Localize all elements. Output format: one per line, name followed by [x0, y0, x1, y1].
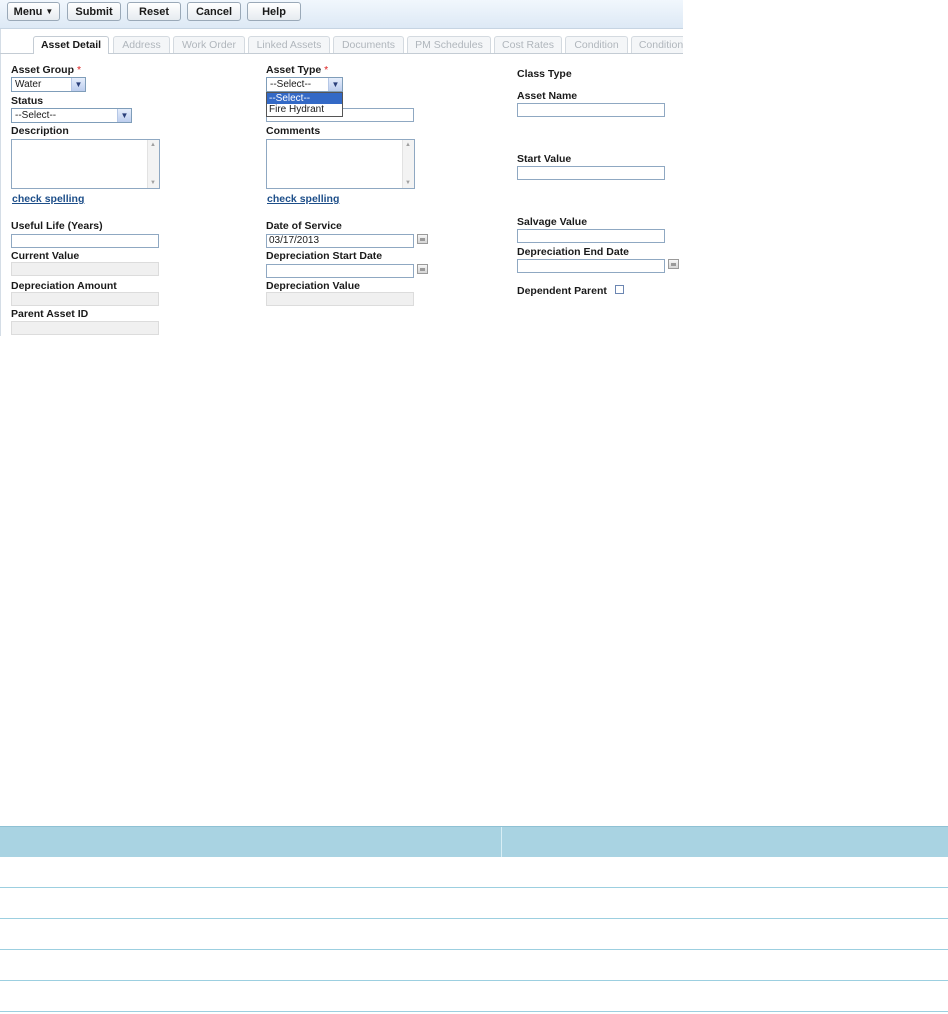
- tab-bar: Asset Detail Address Work Order Linked A…: [0, 36, 683, 54]
- scroll-down-icon: ▼: [405, 180, 411, 186]
- reset-button[interactable]: Reset: [127, 2, 181, 21]
- depreciation-amount-label: Depreciation Amount: [11, 280, 117, 292]
- depreciation-start-date-input[interactable]: [266, 264, 414, 278]
- depreciation-start-date-label: Depreciation Start Date: [266, 250, 383, 262]
- tab-address[interactable]: Address: [113, 36, 170, 53]
- scrollbar[interactable]: ▲ ▼: [402, 140, 414, 188]
- current-value-label: Current Value: [11, 250, 80, 262]
- calendar-icon[interactable]: [417, 234, 428, 244]
- comments-label: Comments: [266, 125, 321, 137]
- current-value-field: [11, 262, 159, 276]
- start-value-input[interactable]: [517, 166, 665, 180]
- description-label: Description: [11, 125, 69, 137]
- salvage-value-input[interactable]: [517, 229, 665, 243]
- depreciation-value-field: [266, 292, 414, 306]
- tab-cost-rates[interactable]: Cost Rates: [494, 36, 562, 53]
- scroll-up-icon: ▲: [150, 142, 156, 148]
- asset-group-value: Water: [15, 79, 42, 90]
- start-value-label: Start Value: [517, 153, 572, 165]
- table-row[interactable]: [0, 857, 948, 888]
- asset-group-select[interactable]: Water ▼: [11, 77, 86, 92]
- dropdown-option-select[interactable]: --Select--: [267, 93, 342, 104]
- asset-group-label-text: Asset Group: [11, 64, 75, 76]
- comments-textarea[interactable]: ▲ ▼: [266, 139, 415, 189]
- asset-type-label: Asset Type *: [266, 64, 328, 76]
- description-textarea[interactable]: ▲ ▼: [11, 139, 160, 189]
- date-of-service-input[interactable]: 03/17/2013: [266, 234, 414, 248]
- useful-life-input[interactable]: [11, 234, 159, 248]
- cancel-button[interactable]: Cancel: [187, 2, 241, 21]
- tab-asset-detail[interactable]: Asset Detail: [33, 36, 109, 54]
- required-mark: *: [324, 64, 329, 76]
- asset-name-label: Asset Name: [517, 90, 578, 102]
- dependent-parent-label: Dependent Parent: [517, 285, 607, 297]
- depreciation-end-date-input[interactable]: [517, 259, 665, 273]
- dependent-parent-checkbox[interactable]: [615, 285, 624, 294]
- scroll-up-icon: ▲: [405, 142, 411, 148]
- depreciation-amount-field: [11, 292, 159, 306]
- chevron-down-icon: ▼: [117, 109, 131, 122]
- table-row[interactable]: [0, 950, 948, 981]
- grid-header: [0, 826, 948, 858]
- dropdown-option-fire-hydrant[interactable]: Fire Hydrant: [267, 104, 342, 115]
- scrollbar[interactable]: ▲ ▼: [147, 140, 159, 188]
- chevron-down-icon: ▼: [71, 78, 85, 91]
- scroll-down-icon: ▼: [150, 180, 156, 186]
- toolbar: Menu ▼ Submit Reset Cancel Help: [0, 0, 683, 29]
- check-spelling-link-2[interactable]: check spelling: [267, 193, 339, 205]
- chevron-down-icon: ▼: [328, 78, 342, 91]
- depreciation-end-date-label: Depreciation End Date: [517, 246, 630, 258]
- asset-detail-panel: Menu ▼ Submit Reset Cancel Help Asset Det…: [0, 0, 683, 336]
- parent-asset-id-field: [11, 321, 159, 335]
- calendar-icon[interactable]: [417, 264, 428, 274]
- tab-pm-schedules[interactable]: PM Schedules: [407, 36, 491, 53]
- required-mark: *: [76, 64, 82, 76]
- status-select[interactable]: --Select-- ▼: [11, 108, 132, 123]
- tab-linked-assets[interactable]: Linked Assets: [248, 36, 330, 53]
- status-value: --Select--: [15, 110, 57, 121]
- date-of-service-label: Date of Service: [266, 220, 342, 232]
- menu-button-label: Menu: [13, 6, 43, 18]
- tab-documents[interactable]: Documents: [333, 36, 404, 53]
- calendar-icon[interactable]: [668, 259, 679, 269]
- grid-header-col-2[interactable]: [502, 827, 948, 858]
- submit-button[interactable]: Submit: [67, 2, 121, 21]
- tab-condition-2[interactable]: Condition: [631, 36, 683, 53]
- asset-type-select[interactable]: --Select-- ▼: [266, 77, 343, 92]
- status-label: Status: [11, 95, 44, 107]
- useful-life-label: Useful Life (Years): [11, 220, 103, 232]
- menu-button[interactable]: Menu ▼: [7, 2, 60, 21]
- help-button[interactable]: Help: [247, 2, 301, 21]
- check-spelling-link[interactable]: check spelling: [12, 193, 84, 205]
- asset-name-input[interactable]: [517, 103, 665, 117]
- asset-type-dropdown-list: --Select-- Fire Hydrant: [266, 92, 343, 117]
- chevron-down-icon: ▼: [45, 7, 54, 16]
- parent-asset-id-label: Parent Asset ID: [11, 308, 89, 320]
- grid-header-col-1[interactable]: [0, 827, 502, 858]
- table-row[interactable]: [0, 919, 948, 950]
- asset-group-label: Asset Group *: [11, 64, 81, 76]
- table-row[interactable]: [0, 981, 948, 1012]
- depreciation-value-label: Depreciation Value: [266, 280, 360, 292]
- class-type-label: Class Type: [517, 68, 572, 80]
- tab-work-order[interactable]: Work Order: [173, 36, 245, 53]
- salvage-value-label: Salvage Value: [517, 216, 588, 228]
- asset-type-value: --Select--: [270, 79, 312, 90]
- asset-type-label-text: Asset Type: [266, 64, 322, 76]
- table-row[interactable]: [0, 888, 948, 919]
- tab-condition[interactable]: Condition: [565, 36, 628, 53]
